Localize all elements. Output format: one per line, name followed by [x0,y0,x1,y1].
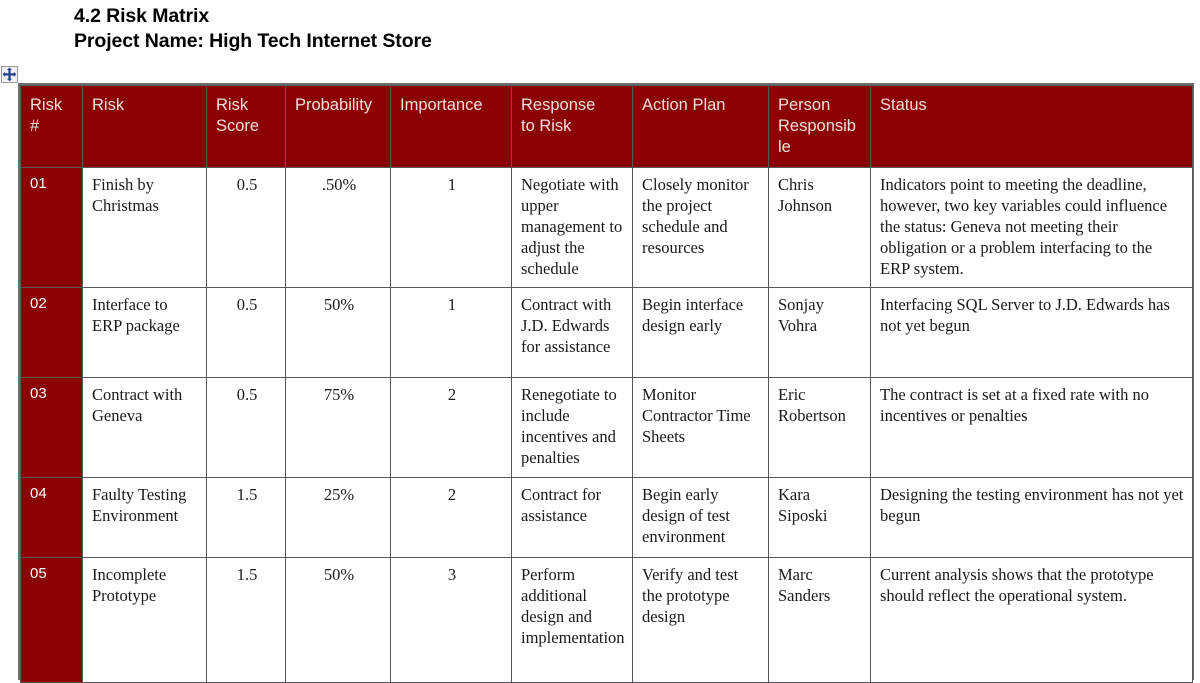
cell-action-plan: Begin interface design early [632,287,769,378]
cell-person-responsible: Marc Sanders [768,557,871,683]
cell-risk-score: 0.5 [206,287,286,378]
column-header-action-plan[interactable]: Action Plan [632,85,769,168]
cell-risk-score: 0.5 [206,167,286,288]
cell-action-plan: Verify and test the prototype design [632,557,769,683]
cell-risk: Faulty Testing Environment [82,477,207,558]
cell-risk: Interface to ERP package [82,287,207,378]
cell-probability: .50% [285,167,391,288]
risk-matrix-table-container: Risk # Risk Risk Score Probability Impor… [18,83,1194,683]
table-header-row: Risk # Risk Risk Score Probability Impor… [20,85,1193,168]
document-heading: 4.2 Risk Matrix Project Name: High Tech … [74,4,1074,54]
cell-action-plan: Begin early design of test environment [632,477,769,558]
table-row[interactable]: 02 Interface to ERP package 0.5 50% 1 Co… [20,287,1193,378]
column-header-risk-number[interactable]: Risk # [20,85,83,168]
section-title: 4.2 Risk Matrix [74,5,210,27]
cell-person-responsible: Chris Johnson [768,167,871,288]
cell-importance: 2 [390,377,512,478]
column-header-risk[interactable]: Risk [82,85,207,168]
risk-matrix-table: Risk # Risk Risk Score Probability Impor… [20,85,1193,683]
cell-status: Indicators point to meeting the deadline… [870,167,1193,288]
cell-probability: 25% [285,477,391,558]
column-header-response-to-risk[interactable]: Response to Risk [511,85,633,168]
table-row[interactable]: 01 Finish by Christmas 0.5 .50% 1 Negoti… [20,167,1193,288]
cell-risk-number: 01 [20,167,83,288]
project-name-line: Project Name: High Tech Internet Store [74,30,432,52]
column-header-probability[interactable]: Probability [285,85,391,168]
table-body: 01 Finish by Christmas 0.5 .50% 1 Negoti… [20,167,1193,683]
cell-status: Designing the testing environment has no… [870,477,1193,558]
cell-action-plan: Closely monitor the project schedule and… [632,167,769,288]
cell-risk-number: 05 [20,557,83,683]
cell-response-to-risk: Negotiate with upper management to adjus… [511,167,633,288]
cell-response-to-risk: Renegotiate to include incentives and pe… [511,377,633,478]
cell-risk-score: 1.5 [206,477,286,558]
cell-response-to-risk: Contract with J.D. Edwards for assistanc… [511,287,633,378]
column-header-importance[interactable]: Importance [390,85,512,168]
cell-importance: 1 [390,287,512,378]
cell-probability: 50% [285,287,391,378]
cell-risk-number: 04 [20,477,83,558]
cell-importance: 1 [390,167,512,288]
table-row[interactable]: 03 Contract with Geneva 0.5 75% 2 Renego… [20,377,1193,478]
cell-risk-score: 1.5 [206,557,286,683]
cell-risk-score: 0.5 [206,377,286,478]
cell-risk: Contract with Geneva [82,377,207,478]
cell-status: Current analysis shows that the prototyp… [870,557,1193,683]
cell-person-responsible: Kara Siposki [768,477,871,558]
cell-risk: Finish by Christmas [82,167,207,288]
cell-importance: 2 [390,477,512,558]
cell-response-to-risk: Perform additional design and implementa… [511,557,633,683]
column-header-risk-score[interactable]: Risk Score [206,85,286,168]
column-header-status[interactable]: Status [870,85,1193,168]
table-row[interactable]: 05 Incomplete Prototype 1.5 50% 3 Perfor… [20,557,1193,683]
cell-probability: 75% [285,377,391,478]
cell-status: Interfacing SQL Server to J.D. Edwards h… [870,287,1193,378]
cell-response-to-risk: Contract for assistance [511,477,633,558]
cell-probability: 50% [285,557,391,683]
cell-risk: Incomplete Prototype [82,557,207,683]
cell-person-responsible: Eric Robertson [768,377,871,478]
cell-risk-number: 02 [20,287,83,378]
cell-person-responsible: Sonjay Vohra [768,287,871,378]
table-row[interactable]: 04 Faulty Testing Environment 1.5 25% 2 … [20,477,1193,558]
cell-action-plan: Monitor Contractor Time Sheets [632,377,769,478]
cell-importance: 3 [390,557,512,683]
cell-status: The contract is set at a fixed rate with… [870,377,1193,478]
cell-risk-number: 03 [20,377,83,478]
table-move-handle-icon[interactable] [1,66,18,83]
column-header-person-responsible[interactable]: Person Responsib le [768,85,871,168]
